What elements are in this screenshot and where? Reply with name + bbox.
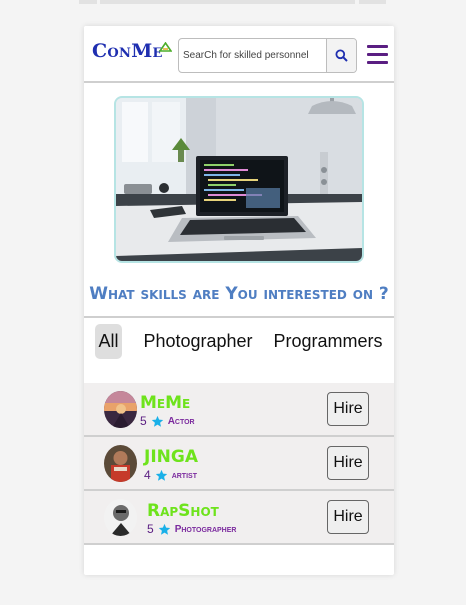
- top-strip-segment: [100, 0, 355, 4]
- list-item: RapShot 5 Photographer Hire: [84, 491, 394, 545]
- people-list: MeMe 5 Actor Hire JINGA 4 artist Hire Ra…: [84, 383, 394, 545]
- rating-value: 5: [147, 522, 154, 536]
- role-label: Actor: [167, 415, 195, 427]
- search-input[interactable]: [180, 40, 327, 71]
- app-window: ConMe SearCh for skilled personnel What …: [84, 26, 394, 575]
- laptop-desk-photo: [116, 98, 362, 261]
- header: ConMe: [84, 26, 394, 83]
- hire-button[interactable]: Hire: [327, 500, 369, 534]
- hire-button[interactable]: Hire: [327, 446, 369, 480]
- brand-logo[interactable]: ConMe: [92, 40, 163, 62]
- star-icon: [158, 523, 170, 535]
- person-name[interactable]: RapShot: [147, 501, 219, 521]
- top-strip-segment: [79, 0, 97, 4]
- person-meta: 4 artist: [144, 468, 197, 482]
- tab-photographer[interactable]: Photographer: [140, 324, 256, 359]
- search-button[interactable]: [326, 39, 356, 72]
- role-label: Photographer: [174, 523, 237, 535]
- search-bar: [178, 38, 357, 73]
- list-item: JINGA 4 artist Hire: [84, 437, 394, 491]
- menu-icon: [367, 45, 388, 64]
- avatar: [104, 499, 137, 536]
- role-label: artist: [171, 469, 197, 481]
- top-strip-segment: [359, 0, 386, 4]
- search-icon: [335, 49, 348, 62]
- list-item: MeMe 5 Actor Hire: [84, 383, 394, 437]
- brand-badge-icon: [159, 42, 172, 52]
- star-icon: [151, 415, 163, 427]
- avatar: [104, 445, 137, 482]
- tab-programmers[interactable]: Programmers: [272, 324, 384, 359]
- avatar: [104, 391, 137, 428]
- rating-value: 4: [144, 468, 151, 482]
- hire-button[interactable]: Hire: [327, 392, 369, 426]
- person-name[interactable]: MeMe: [140, 393, 190, 413]
- interest-question: What skills are You interested on ?: [89, 284, 389, 304]
- person-meta: 5 Photographer: [147, 522, 236, 536]
- hero-image: [114, 96, 364, 263]
- menu-button[interactable]: [367, 45, 388, 64]
- person-meta: 5 Actor: [140, 414, 195, 428]
- star-icon: [155, 469, 167, 481]
- rating-value: 5: [140, 414, 147, 428]
- person-name[interactable]: JINGA: [144, 447, 198, 467]
- skill-tabs: All Photographer Programmers: [84, 316, 394, 366]
- tab-all[interactable]: All: [95, 324, 122, 359]
- browser-top-strip: [0, 0, 466, 4]
